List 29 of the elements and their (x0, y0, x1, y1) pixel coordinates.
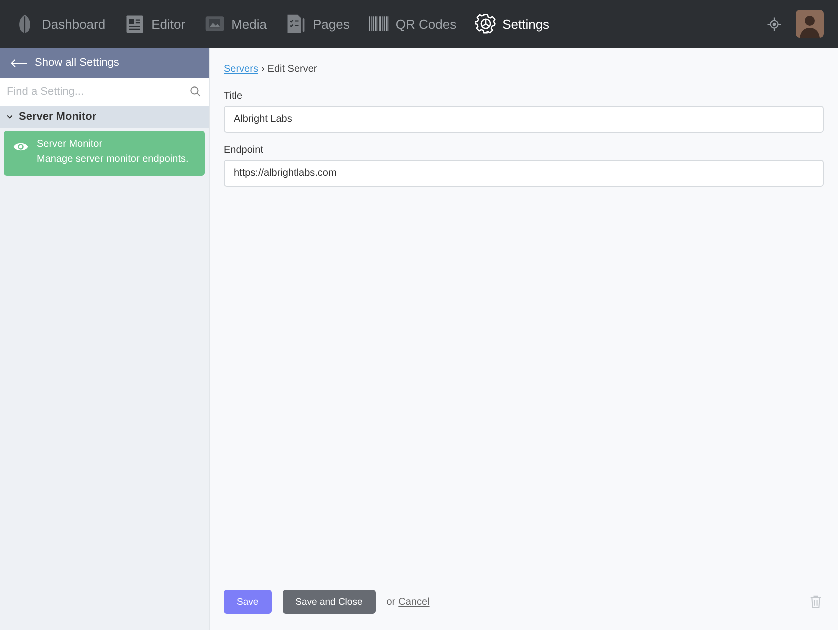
input-field[interactable]: https://albrightlabs.com (224, 160, 824, 187)
nav-item[interactable]: Pages (285, 13, 350, 35)
back-link[interactable]: Show all Settings (0, 48, 209, 78)
breadcrumb-link[interactable]: Servers (224, 64, 258, 75)
search-icon (190, 86, 201, 97)
settings-icon (474, 13, 497, 35)
save-button[interactable]: Save (224, 590, 272, 614)
nav-item[interactable]: Settings (474, 13, 550, 35)
eye-icon (13, 141, 29, 153)
breadcrumb-separator: › (261, 64, 265, 75)
nav-item[interactable]: Dashboard (14, 13, 106, 35)
field-label: Endpoint (224, 145, 264, 156)
breadcrumb-current: Edit Server (268, 64, 318, 75)
chevron-icon (6, 113, 14, 121)
arrow-left-icon (10, 58, 28, 68)
search-field[interactable]: Find a Setting... (0, 78, 209, 106)
input-field[interactable]: Albright Labs (224, 106, 824, 133)
crosshair-icon[interactable] (767, 16, 782, 32)
nav-item[interactable]: Media (204, 13, 267, 35)
nav-item[interactable]: QR Codes (368, 13, 457, 35)
cancel-link[interactable]: Cancel (398, 596, 430, 608)
or-text: or (386, 596, 396, 608)
checklist-icon (285, 13, 307, 35)
group-header[interactable]: Server Monitor (0, 106, 209, 128)
field-label: Title (224, 91, 244, 102)
trash-icon[interactable] (810, 595, 822, 609)
save-and-close-button[interactable]: Save and Close (282, 590, 376, 614)
avatar[interactable] (796, 10, 824, 38)
nav-item[interactable]: Editor (124, 13, 186, 35)
